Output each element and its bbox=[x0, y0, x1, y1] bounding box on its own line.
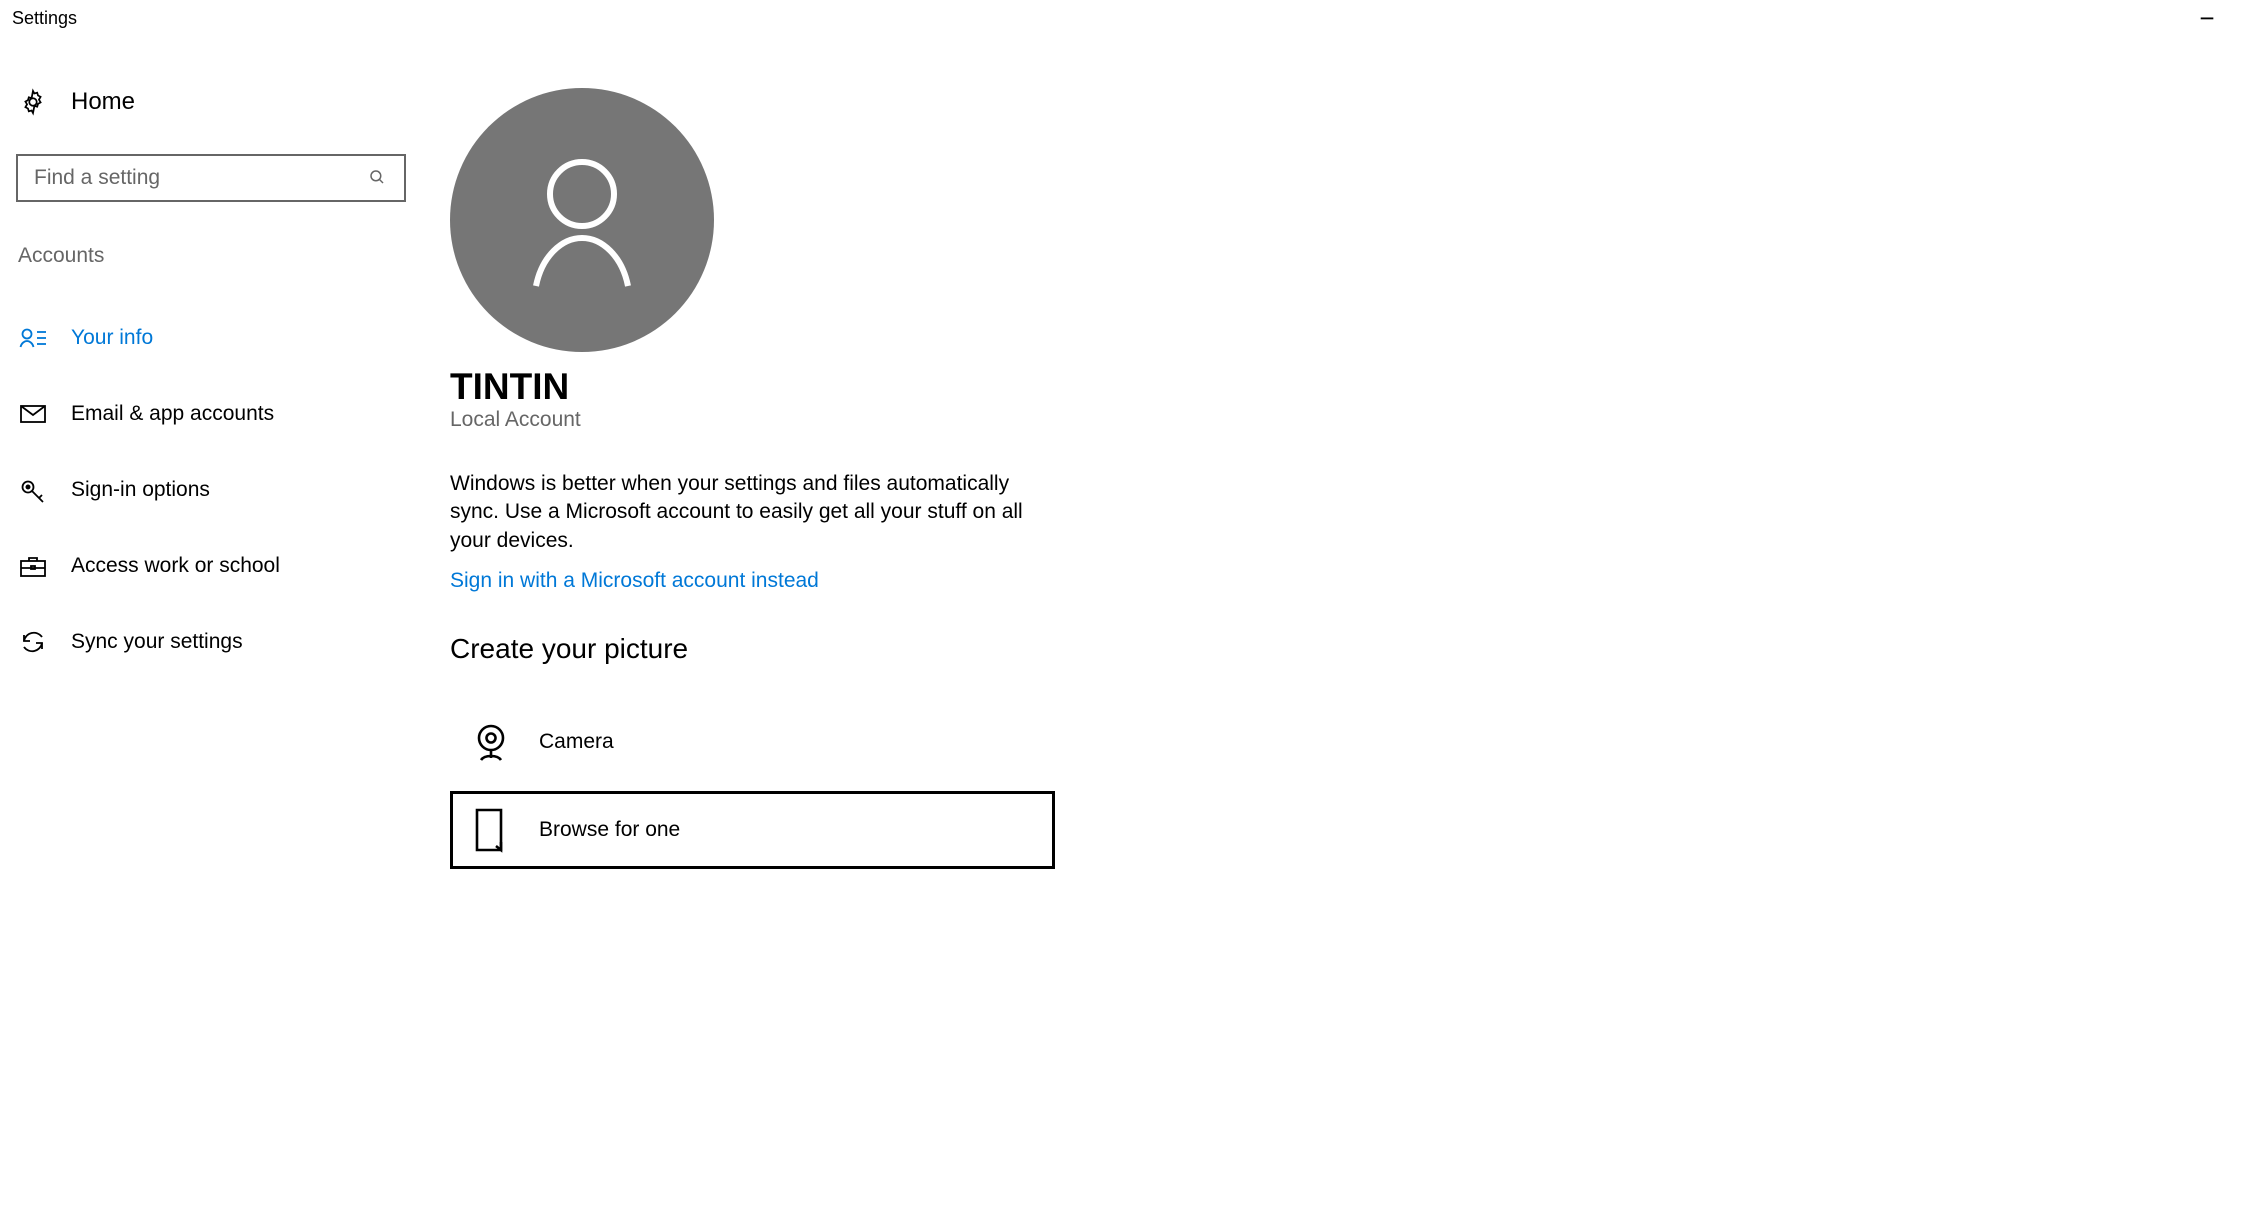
create-picture-heading: Create your picture bbox=[450, 633, 2248, 665]
sidebar: Home Accounts Your bbox=[0, 88, 410, 869]
sync-info-text: Windows is better when your settings and… bbox=[450, 470, 1040, 555]
main-content: TINTIN Local Account Windows is better w… bbox=[410, 88, 2248, 869]
sidebar-item-label: Sign-in options bbox=[71, 478, 210, 502]
sidebar-item-your-info[interactable]: Your info bbox=[16, 308, 404, 368]
sidebar-item-label: Access work or school bbox=[71, 554, 280, 578]
account-type: Local Account bbox=[450, 408, 2248, 432]
mail-icon bbox=[19, 400, 47, 428]
file-icon bbox=[469, 808, 513, 852]
camera-label: Camera bbox=[539, 730, 614, 754]
content-wrapper: Home Accounts Your bbox=[0, 32, 2248, 869]
browse-option[interactable]: Browse for one bbox=[450, 791, 1055, 869]
sidebar-category-title: Accounts bbox=[16, 244, 404, 268]
sidebar-item-label: Email & app accounts bbox=[71, 402, 274, 426]
user-name: TINTIN bbox=[450, 366, 2248, 408]
user-card-icon bbox=[19, 324, 47, 352]
browse-label: Browse for one bbox=[539, 818, 680, 842]
gear-icon bbox=[19, 88, 47, 116]
titlebar: Settings − bbox=[0, 0, 2248, 32]
camera-option[interactable]: Camera bbox=[450, 703, 1055, 781]
search-box[interactable] bbox=[16, 154, 406, 202]
sidebar-item-email[interactable]: Email & app accounts bbox=[16, 384, 404, 444]
minimize-button[interactable]: − bbox=[2184, 10, 2230, 26]
sync-icon bbox=[19, 628, 47, 656]
sidebar-item-sync[interactable]: Sync your settings bbox=[16, 612, 404, 672]
sidebar-item-label: Your info bbox=[71, 326, 153, 350]
window-title: Settings bbox=[12, 8, 77, 29]
search-icon bbox=[368, 168, 388, 188]
home-label: Home bbox=[71, 88, 135, 116]
briefcase-icon bbox=[19, 552, 47, 580]
key-icon bbox=[19, 476, 47, 504]
sidebar-item-work-school[interactable]: Access work or school bbox=[16, 536, 404, 596]
sidebar-item-label: Sync your settings bbox=[71, 630, 243, 654]
sign-in-microsoft-link[interactable]: Sign in with a Microsoft account instead bbox=[450, 569, 819, 593]
sidebar-item-signin[interactable]: Sign-in options bbox=[16, 460, 404, 520]
home-nav[interactable]: Home bbox=[16, 88, 404, 116]
avatar bbox=[450, 88, 714, 352]
search-input[interactable] bbox=[34, 166, 368, 190]
camera-icon bbox=[469, 720, 513, 764]
